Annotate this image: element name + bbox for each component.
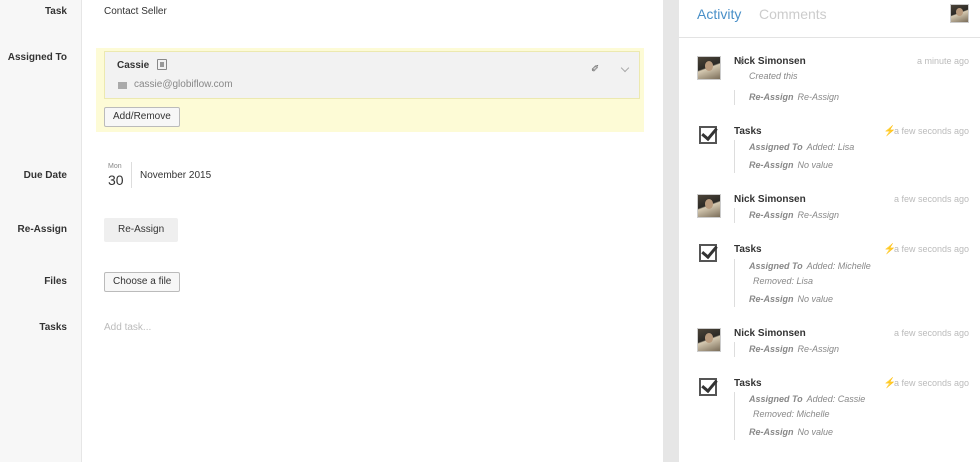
assignee-name: Cassie xyxy=(117,60,150,71)
entry-details: Assigned To Added: Michelle Removed: Lisa… xyxy=(734,259,871,307)
detail-row: Assigned To Added: Cassie xyxy=(749,394,866,404)
task-form: Contact Seller Cassie cassie@globiflow.c… xyxy=(82,0,663,462)
current-user-avatar[interactable] xyxy=(950,4,969,23)
detail-row: Re-Assign No value xyxy=(749,427,834,437)
task-value[interactable]: Contact Seller xyxy=(104,6,167,17)
assignee-card[interactable]: Cassie cassie@globiflow.com ✐ xyxy=(104,51,640,99)
due-date-weekday: Mon xyxy=(108,163,122,170)
assignee-email[interactable]: cassie@globiflow.com xyxy=(134,79,233,90)
detail-row: Re-Assign Re-Assign xyxy=(749,344,840,354)
task-check-icon xyxy=(699,244,717,262)
entry-details: Re-Assign Re-Assign xyxy=(734,342,839,357)
tab-activity[interactable]: Activity xyxy=(697,6,741,22)
due-date-separator xyxy=(131,162,132,188)
entry-time: a few seconds ago xyxy=(893,126,969,136)
activity-panel: Activity Comments Nick Simonsen a minute… xyxy=(679,0,980,462)
avatar xyxy=(697,194,721,218)
address-book-icon[interactable] xyxy=(157,59,167,70)
entry-subtitle: Created this xyxy=(749,71,798,81)
task-check-icon xyxy=(699,126,717,144)
entry-author: Tasks xyxy=(734,244,762,255)
due-date-month-year: November 2015 xyxy=(140,170,212,181)
add-task-input[interactable]: Add task... xyxy=(104,322,151,333)
entry-details: Re-Assign Re-Assign xyxy=(734,90,839,105)
detail-row: Re-Assign Re-Assign xyxy=(749,210,840,220)
entry-time: a minute ago xyxy=(916,56,969,66)
label-task: Task xyxy=(44,6,67,17)
choose-file-button[interactable]: Choose a file xyxy=(104,272,181,292)
tab-comments[interactable]: Comments xyxy=(759,6,827,22)
task-check-icon xyxy=(699,378,717,396)
detail-row: Assigned To Added: Lisa xyxy=(749,142,855,152)
detail-row: Re-Assign No value xyxy=(749,160,834,170)
panel-divider xyxy=(663,0,679,462)
label-assigned-to: Assigned To xyxy=(7,52,67,63)
entry-author: Tasks xyxy=(734,126,762,137)
entry-details: Assigned To Added: Cassie Removed: Michel… xyxy=(734,392,865,440)
avatar xyxy=(697,328,721,352)
pin-icon[interactable]: ✐ xyxy=(591,64,599,75)
detail-row: Re-Assign No value xyxy=(749,294,834,304)
entry-author: Tasks xyxy=(734,378,762,389)
panel-tabs: Activity Comments xyxy=(679,0,980,38)
detail-row: Removed: Lisa xyxy=(753,276,814,286)
sun-icon: ☀ xyxy=(737,57,746,68)
entry-time: a few seconds ago xyxy=(893,194,969,204)
label-files: Files xyxy=(44,276,67,287)
add-remove-button[interactable]: Add/Remove xyxy=(104,107,180,127)
reassign-button[interactable]: Re-Assign xyxy=(104,218,179,242)
detail-row: Removed: Michelle xyxy=(753,409,830,419)
detail-row: Assigned To Added: Michelle xyxy=(749,261,871,271)
detail-row: Re-Assign Re-Assign xyxy=(749,92,840,102)
entry-details: Re-Assign Re-Assign xyxy=(734,208,839,223)
envelope-icon xyxy=(118,82,127,89)
assigned-to-section: Cassie cassie@globiflow.com ✐ Add/Remove xyxy=(96,48,644,132)
entry-time: a few seconds ago xyxy=(893,328,969,338)
label-reassign: Re-Assign xyxy=(17,224,67,235)
field-labels-column: Task Assigned To Due Date Re-Assign File… xyxy=(0,0,82,462)
entry-author: Nick Simonsen xyxy=(734,194,806,205)
avatar xyxy=(697,56,721,80)
chevron-down-icon[interactable] xyxy=(620,63,630,73)
entry-time: a few seconds ago xyxy=(893,378,969,388)
due-date-day: 30 xyxy=(108,172,124,188)
entry-details: Assigned To Added: Lisa Re-Assign No value xyxy=(734,140,854,173)
label-due-date: Due Date xyxy=(23,170,67,181)
entry-time: a few seconds ago xyxy=(893,244,969,254)
label-tasks: Tasks xyxy=(39,322,67,333)
entry-author: Nick Simonsen xyxy=(734,328,806,339)
